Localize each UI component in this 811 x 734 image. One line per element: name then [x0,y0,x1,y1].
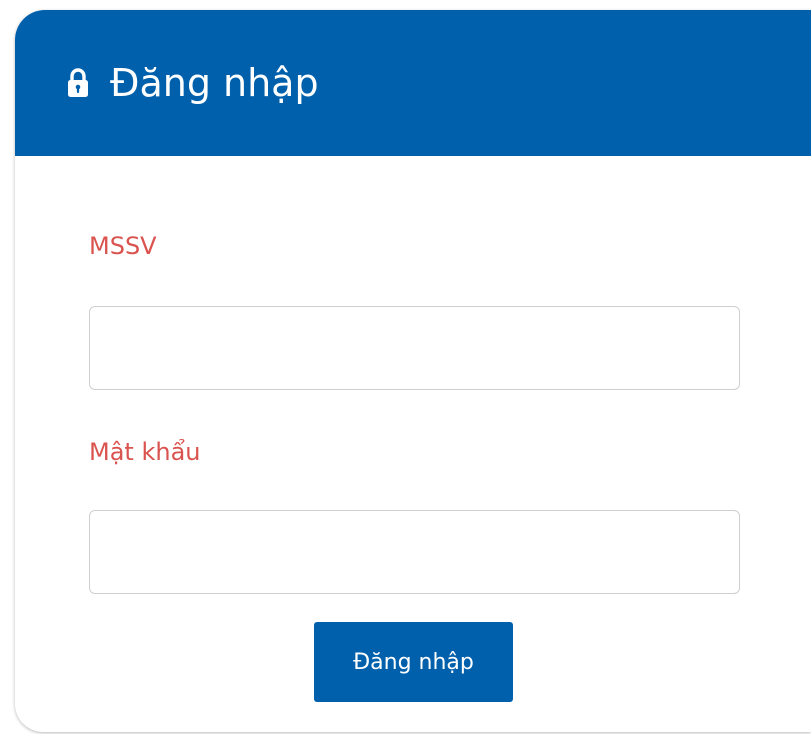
login-title: Đăng nhập [110,61,319,105]
password-label: Mật khẩu [89,438,201,466]
login-card-header: Đăng nhập [15,10,811,156]
mssv-label: MSSV [89,232,157,260]
password-input[interactable] [89,510,740,594]
login-screen: Đăng nhập MSSV Mật khẩu Đăng nhập [0,0,811,734]
lock-icon [68,68,88,97]
login-submit-button[interactable]: Đăng nhập [314,622,513,702]
mssv-input[interactable] [89,306,740,390]
login-card: Đăng nhập MSSV Mật khẩu Đăng nhập [15,10,811,732]
login-form: MSSV Mật khẩu Đăng nhập [15,156,811,732]
